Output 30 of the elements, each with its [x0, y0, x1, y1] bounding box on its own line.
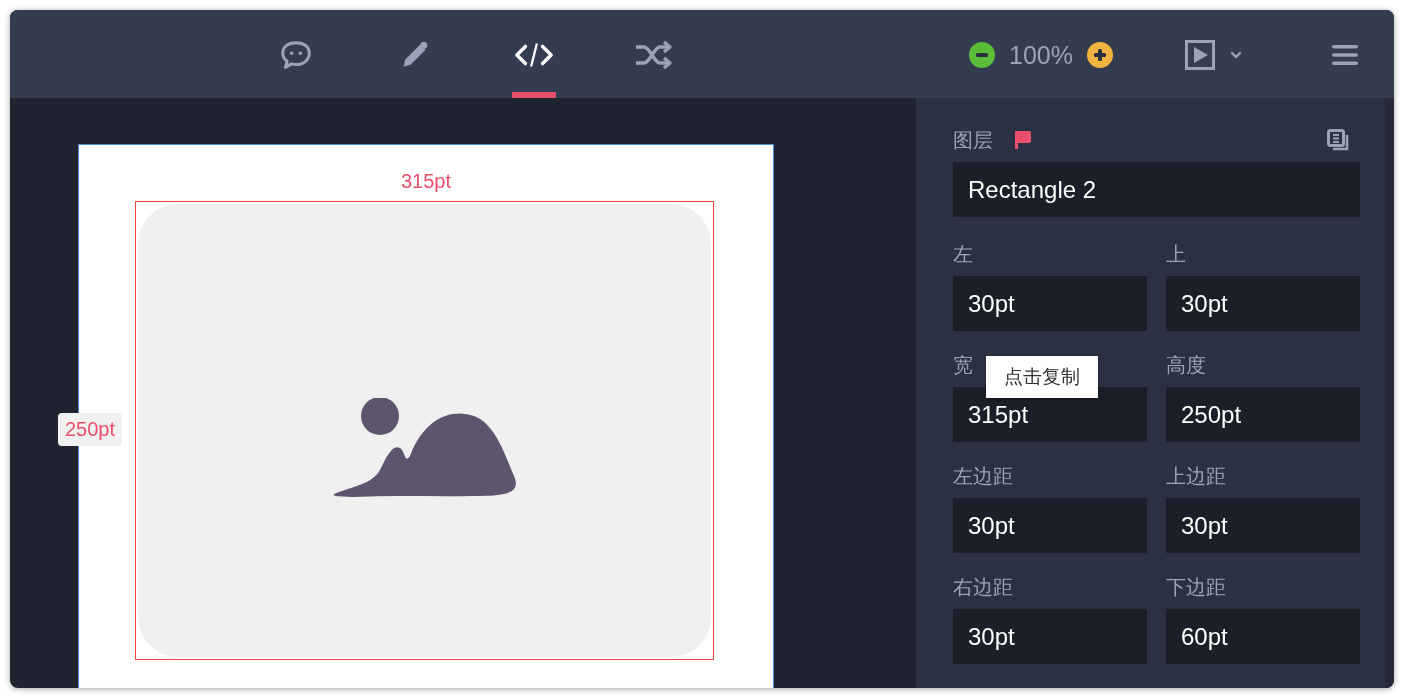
- scrollbar-track[interactable]: [1385, 98, 1394, 688]
- field-label: 右边距: [953, 575, 1013, 600]
- menu-icon[interactable]: [1332, 44, 1358, 66]
- field-label: 下边距: [1166, 575, 1226, 600]
- value-field[interactable]: 60pt: [1166, 609, 1360, 664]
- play-icon[interactable]: [1185, 40, 1215, 70]
- tooltip: 点击复制: [986, 356, 1098, 398]
- layer-name-field[interactable]: Rectangle 2: [953, 162, 1360, 217]
- value-field[interactable]: 30pt: [953, 276, 1147, 331]
- field-label: 高度: [1166, 353, 1206, 378]
- value-field[interactable]: 30pt: [953, 498, 1147, 553]
- code-icon[interactable]: [513, 40, 554, 70]
- field-label: 上边距: [1166, 464, 1226, 489]
- width-measure: 315pt: [400, 169, 452, 193]
- zoom-level: 100%: [1009, 40, 1073, 70]
- field-label: 左边距: [953, 464, 1013, 489]
- value-field[interactable]: 30pt: [1166, 498, 1360, 553]
- copy-icon[interactable]: [1327, 129, 1349, 151]
- value-field[interactable]: 30pt: [953, 609, 1147, 664]
- flag-icon[interactable]: [1015, 131, 1031, 149]
- field-label: 左: [953, 242, 973, 267]
- field-label: 图层: [953, 128, 993, 153]
- caret-icon[interactable]: [1230, 51, 1242, 59]
- field-label: 宽: [953, 353, 973, 378]
- value-field[interactable]: 30pt: [1166, 276, 1360, 331]
- field-label: 上: [1166, 242, 1186, 267]
- zoom-in-icon[interactable]: [1087, 42, 1113, 68]
- zoom-out-icon[interactable]: [969, 42, 996, 68]
- value-field[interactable]: 250pt: [1166, 387, 1360, 442]
- height-measure: 250pt: [58, 413, 123, 446]
